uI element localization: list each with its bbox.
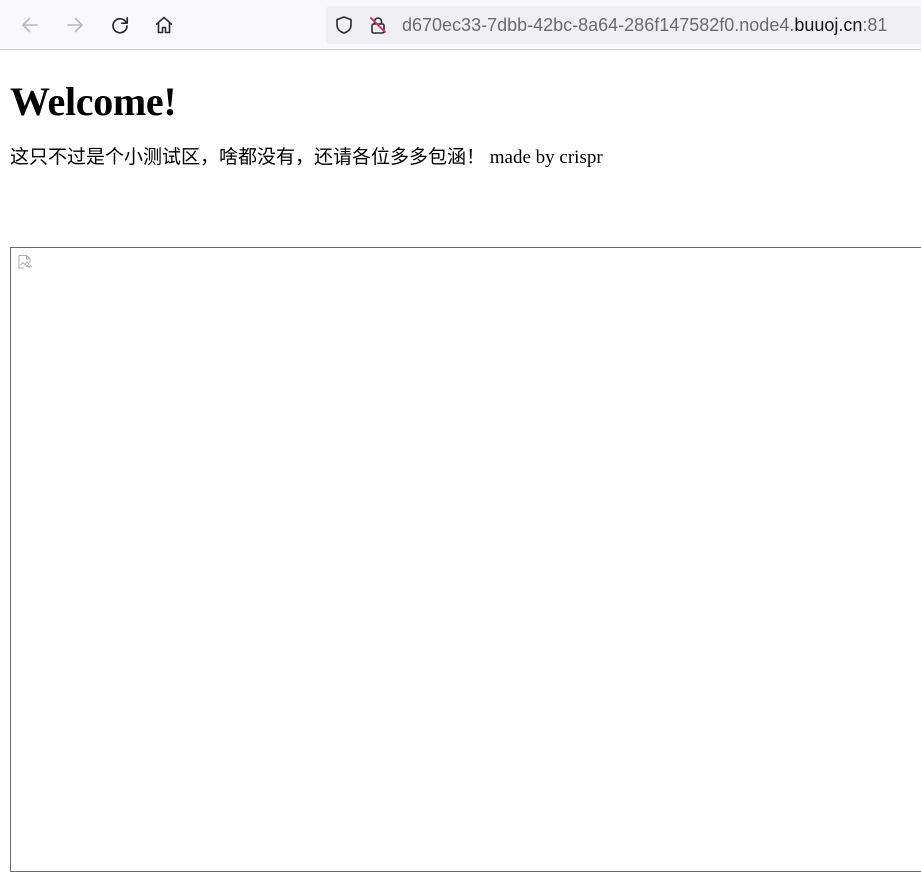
home-button[interactable] xyxy=(148,9,180,41)
intro-chinese: 这只不过是个小测试区，啥都没有，还请各位多多包涵！ xyxy=(10,146,486,168)
page-content: Welcome! 这只不过是个小测试区，啥都没有，还请各位多多包涵！ made … xyxy=(10,51,921,170)
intro-text: 这只不过是个小测试区，啥都没有，还请各位多多包涵！ made by crispr xyxy=(10,145,921,170)
arrow-right-icon xyxy=(67,17,83,33)
reload-icon xyxy=(112,16,129,34)
browser-toolbar: d670ec33-7dbb-42bc-8a64-286f147582f0.nod… xyxy=(0,0,921,50)
embedded-frame[interactable] xyxy=(10,247,921,872)
back-button[interactable] xyxy=(14,9,46,41)
forward-button[interactable] xyxy=(59,9,91,41)
arrow-left-icon xyxy=(22,17,38,33)
shield-icon[interactable] xyxy=(334,15,354,35)
url-text[interactable]: d670ec33-7dbb-42bc-8a64-286f147582f0.nod… xyxy=(402,14,887,36)
url-port: :81 xyxy=(862,15,888,35)
insecure-lock-icon[interactable] xyxy=(368,15,388,35)
url-host: buuoj.cn xyxy=(794,15,863,35)
broken-image-icon xyxy=(18,255,33,269)
address-bar[interactable]: d670ec33-7dbb-42bc-8a64-286f147582f0.nod… xyxy=(326,6,921,44)
page-heading: Welcome! xyxy=(10,79,177,124)
reload-button[interactable] xyxy=(104,9,136,41)
url-prefix: d670ec33-7dbb-42bc-8a64-286f147582f0.nod… xyxy=(402,15,795,35)
intro-credit: made by crispr xyxy=(485,147,603,168)
home-icon xyxy=(155,16,173,34)
